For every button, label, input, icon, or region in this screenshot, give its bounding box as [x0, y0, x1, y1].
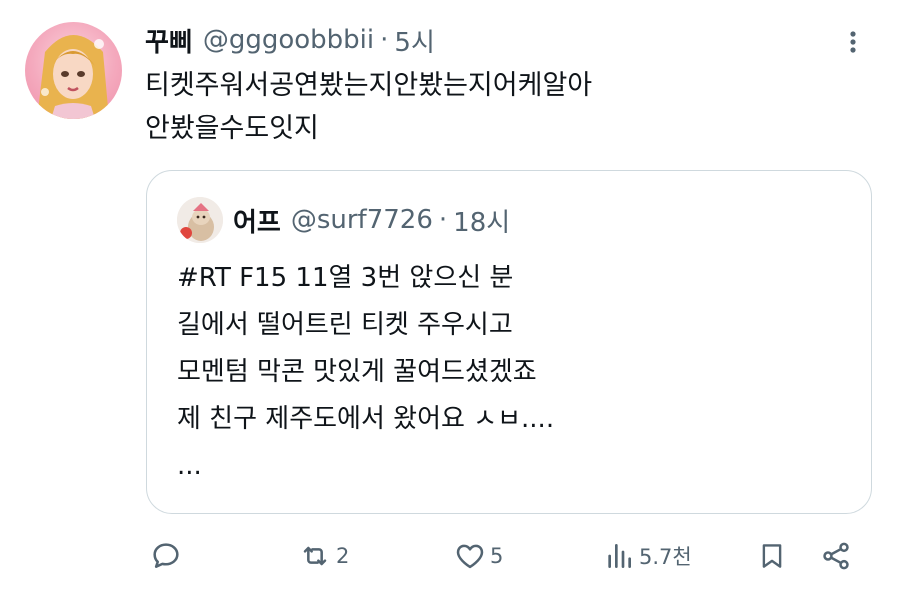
quoted-tweet-time[interactable]: 18시: [453, 202, 510, 239]
user-handle[interactable]: @gggoobbbii: [203, 25, 374, 55]
share-icon: [823, 542, 849, 570]
like-button[interactable]: 5: [454, 536, 503, 576]
like-count: 5: [490, 544, 504, 568]
views-chart-icon: [608, 544, 631, 568]
tweet-text-line: 티켓주워서공연봤는지안봤는지어케알아: [145, 70, 593, 101]
quoted-avatar[interactable]: [177, 197, 223, 243]
retweet-button[interactable]: 2: [298, 536, 349, 576]
reply-icon: [153, 543, 179, 568]
quoted-separator-dot: ·: [438, 205, 448, 235]
quoted-user-handle[interactable]: @surf7726: [291, 205, 433, 235]
quoted-text-line: ...: [177, 451, 202, 481]
heart-icon: [456, 544, 484, 569]
retweet-icon: [303, 546, 327, 566]
tweet-text-line: 안봤을수도잇지: [145, 113, 319, 144]
reply-button[interactable]: [150, 536, 182, 576]
quoted-text-line: 모멘텀 막콘 맛있게 꿀여드셨겠죠: [177, 357, 537, 387]
quoted-tweet-card[interactable]: 어프 @surf7726 · 18시 #RT F15 11열 3번 앉으신 분 …: [146, 170, 872, 514]
views-count: 5.7천: [639, 545, 692, 569]
quoted-display-name[interactable]: 어프: [233, 202, 281, 239]
tweet-header: 꾸삐 @gggoobbbii · 5시: [145, 20, 435, 60]
quoted-text-line: 길에서 떨어트린 티켓 주우시고: [177, 310, 513, 340]
bookmark-icon: [762, 544, 782, 568]
quoted-text-line: #RT F15 11열 3번 앉으신 분: [177, 263, 514, 293]
bookmark-button[interactable]: [757, 536, 787, 576]
tweet-time[interactable]: 5시: [394, 22, 434, 59]
display-name[interactable]: 꾸삐: [145, 22, 193, 59]
more-options-icon[interactable]: [838, 26, 868, 58]
quoted-text-line: 제 친구 제주도에서 왔어요 ㅅㅂ....: [177, 404, 555, 434]
avatar[interactable]: [25, 22, 122, 119]
retweet-count: 2: [336, 544, 350, 568]
share-button[interactable]: [820, 536, 852, 576]
separator-dot: ·: [380, 25, 389, 55]
views-button[interactable]: 5.7천: [603, 536, 692, 576]
quoted-header: 어프 @surf7726 · 18시: [233, 197, 510, 243]
quoted-avatar-illustration: [177, 197, 223, 243]
avatar-illustration: [37, 35, 109, 119]
quoted-tweet-text: #RT F15 11열 3번 앉으신 분 길에서 떨어트린 티켓 주우시고 모멘…: [177, 255, 837, 490]
tweet-text: 티켓주워서공연봤는지안봤는지어케알아 안봤을수도잇지: [145, 64, 865, 150]
